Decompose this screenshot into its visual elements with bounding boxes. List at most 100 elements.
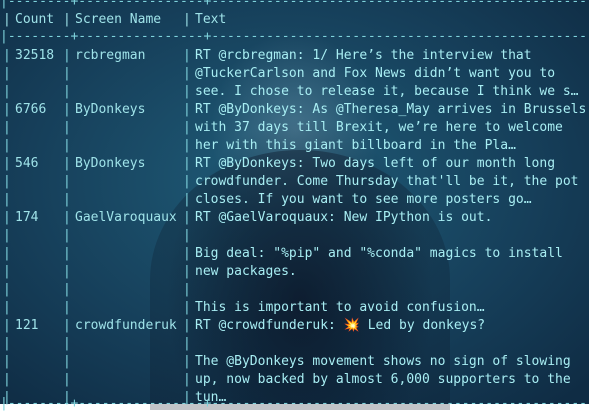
cell-text-line: Big deal: "%pip" and "%conda" magics to … — [195, 246, 563, 261]
column-divider: | — [3, 120, 11, 135]
column-divider: | — [183, 372, 191, 387]
column-divider: | — [183, 354, 191, 369]
cell-text-line: up, now backed by almost 6,000 supporter… — [195, 372, 571, 387]
cell-text-line: with 37 days till Brexit, we’re here to … — [195, 120, 563, 135]
cell-text-line: RT @crowdfunderuk: 💥 Led by donkeys? — [195, 318, 486, 333]
cell-text-line: RT @GaelVaroquaux: New IPython is out. — [195, 210, 493, 225]
column-divider: | — [63, 102, 71, 117]
row-line: | 121 | crowdfunderuk | RT @crowdfunderuk: 💥 … — [0, 317, 589, 335]
column-divider: | — [183, 228, 191, 243]
column-divider: | — [63, 138, 71, 153]
column-divider: | — [183, 120, 191, 135]
column-divider: | — [183, 66, 191, 81]
cell-text-line: new packages. — [195, 264, 297, 279]
cell-count: 174 — [15, 210, 39, 225]
column-divider: | — [63, 372, 71, 387]
row-line: | | | — [0, 227, 589, 245]
column-divider: | — [63, 228, 71, 243]
cell-count: 32518 — [15, 48, 55, 63]
row-line: | | | crowdfunder. Come Thursday that'll be… — [0, 173, 589, 191]
column-divider: | — [63, 354, 71, 369]
column-divider: | — [63, 174, 71, 189]
column-divider: | — [3, 174, 11, 189]
column-divider: | — [63, 192, 71, 207]
column-divider: | — [183, 48, 191, 63]
terminal-output: |--------+----------------+-------------… — [0, 0, 589, 411]
row-line: | 6766 | ByDonkeys | RT @ByDonkeys: As @There… — [0, 101, 589, 119]
column-divider: | — [183, 174, 191, 189]
column-divider: | — [3, 192, 11, 207]
column-divider: | — [183, 84, 191, 99]
header-text: Text — [195, 12, 227, 27]
table-header-separator: |--------+----------------+-------------… — [0, 29, 589, 44]
cell-screen-name: rcbregman — [75, 48, 146, 63]
column-divider: | — [63, 282, 71, 297]
table-row: | 32518 | rcbregman | RT @rcbregman: 1/ Here’… — [0, 47, 589, 101]
cell-text-line: The @ByDonkeys movement shows no sign of… — [195, 354, 571, 369]
cell-screen-name: ByDonkeys — [75, 156, 146, 171]
row-line: | | | This is important to avoid confusion… — [0, 299, 589, 317]
column-divider: | — [63, 156, 71, 171]
column-divider: | — [183, 156, 191, 171]
cell-text-line: This is important to avoid confusion… — [195, 300, 485, 315]
column-divider: | — [63, 264, 71, 279]
row-line: | | | @TuckerCarlson and Fox News didn’t wa… — [0, 65, 589, 83]
column-divider: | — [3, 102, 11, 117]
cell-screen-name: crowdfunderuk — [75, 318, 177, 333]
cell-count: 546 — [15, 156, 39, 171]
cell-text-line: RT @rcbregman: 1/ Here’s the interview t… — [195, 48, 532, 63]
column-divider: | — [183, 138, 191, 153]
cell-text-line: see. I chose to release it, because I th… — [195, 84, 579, 99]
cell-text-line: @TuckerCarlson and Fox News didn’t want … — [195, 66, 556, 81]
column-divider: | — [3, 228, 11, 243]
row-line: | | | — [0, 281, 589, 299]
row-line: | 174 | GaelVaroquaux | RT @GaelVaroquaux: Ne… — [0, 209, 589, 227]
column-divider: | — [63, 318, 71, 333]
cell-count: 6766 — [15, 102, 47, 117]
table-border-top: |--------+----------------+-------------… — [0, 0, 589, 9]
column-divider: | — [183, 300, 191, 315]
column-divider: | — [3, 210, 11, 225]
row-line: | | | — [0, 335, 589, 353]
column-divider: | — [63, 246, 71, 261]
column-divider: | — [63, 66, 71, 81]
column-divider: | — [183, 282, 191, 297]
row-line: | | | up, now backed by almost 6,000 suppor… — [0, 371, 589, 389]
cell-text-line: crowdfunder. Come Thursday that'll be it… — [195, 174, 579, 189]
column-divider: | — [63, 336, 71, 351]
row-line: | | | with 37 days till Brexit, we’re here … — [0, 119, 589, 137]
cell-text-line: RT @ByDonkeys: As @Theresa_May arrives i… — [195, 102, 587, 117]
table-row: | 121 | crowdfunderuk | RT @crowdfunderuk: 💥 … — [0, 317, 589, 407]
column-divider: | — [3, 372, 11, 387]
column-divider: | — [3, 84, 11, 99]
cell-screen-name: ByDonkeys — [75, 102, 146, 117]
row-line: | | | closes. If you want to see more poste… — [0, 191, 589, 209]
column-divider: | — [63, 84, 71, 99]
cell-screen-name: GaelVaroquaux — [75, 210, 177, 225]
column-divider: | — [3, 264, 11, 279]
column-divider: | — [183, 102, 191, 117]
cell-count: 121 — [15, 318, 39, 333]
column-divider: | — [3, 246, 11, 261]
row-line: | 546 | ByDonkeys | RT @ByDonkeys: Two days l… — [0, 155, 589, 173]
column-divider: | — [3, 66, 11, 81]
table-row: | 6766 | ByDonkeys | RT @ByDonkeys: As @There… — [0, 101, 589, 155]
row-line: | | | new packages. — [0, 263, 589, 281]
table-header-row: | Count | Screen Name | Text — [3, 12, 227, 27]
column-divider: | — [3, 354, 11, 369]
column-divider: | — [183, 318, 191, 333]
header-count: Count — [15, 12, 55, 27]
column-divider: | — [3, 282, 11, 297]
column-divider: | — [183, 210, 191, 225]
column-divider: | — [3, 156, 11, 171]
row-line: | | | her with this giant billboard in the … — [0, 137, 589, 155]
column-divider: | — [63, 210, 71, 225]
column-divider: | — [183, 246, 191, 261]
column-divider: | — [3, 138, 11, 153]
column-divider: | — [183, 192, 191, 207]
row-line: | | | see. I chose to release it, because I… — [0, 83, 589, 101]
column-divider: | — [63, 120, 71, 135]
row-line: | 32518 | rcbregman | RT @rcbregman: 1/ Here’… — [0, 47, 589, 65]
row-line: | | | The @ByDonkeys movement shows no sign… — [0, 353, 589, 371]
table-row: | 546 | ByDonkeys | RT @ByDonkeys: Two days l… — [0, 155, 589, 209]
